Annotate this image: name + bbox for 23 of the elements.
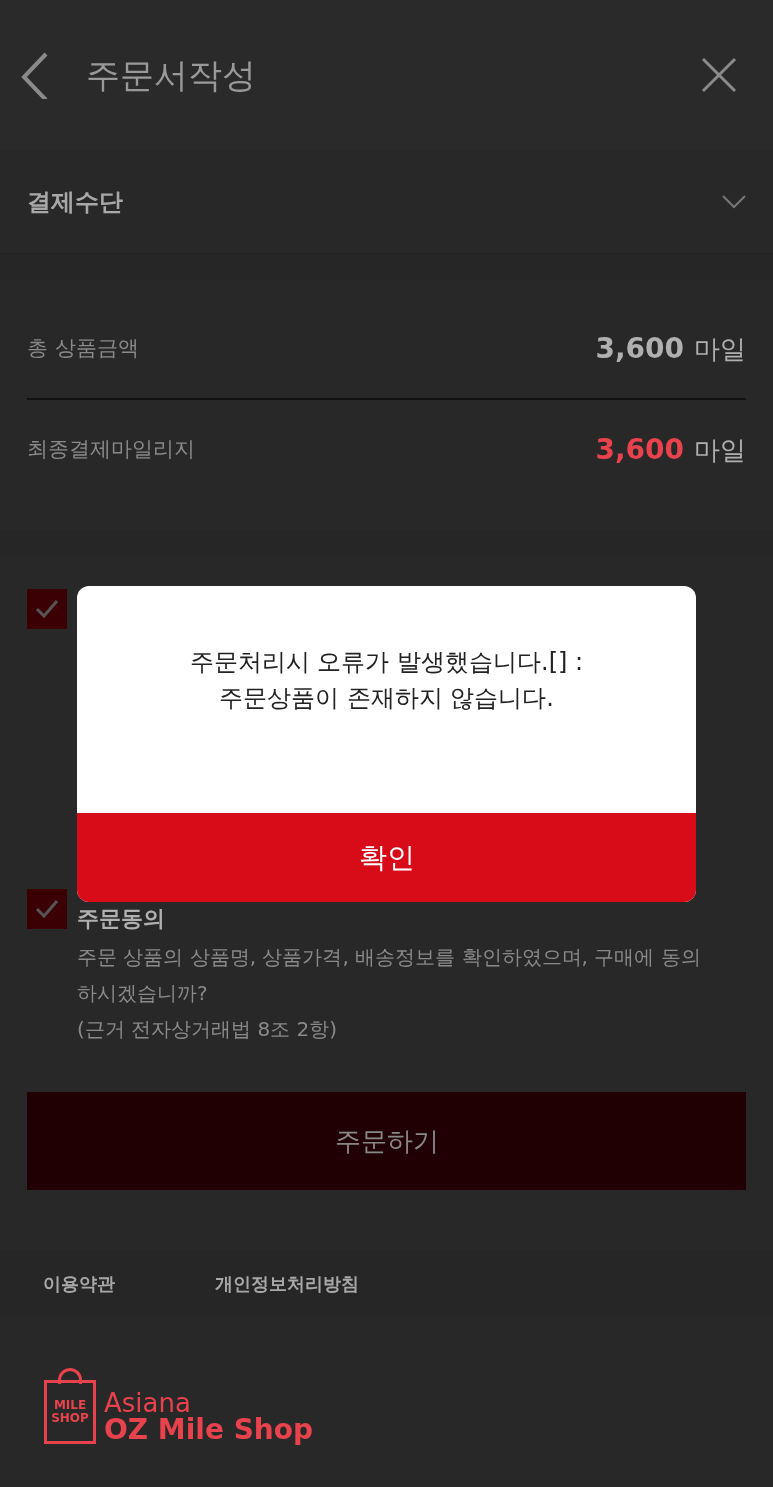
amount-value: 3,600 — [595, 331, 684, 367]
order-button[interactable]: 주문하기 — [27, 1092, 746, 1190]
footer-link[interactable]: 이용약관 — [43, 1269, 115, 1297]
amount-value: 3,600 — [595, 432, 684, 468]
amount-unit: 마일 — [694, 433, 746, 467]
shopping-bag-logo: MILE SHOP — [44, 1368, 96, 1444]
logo-text: OZ Mile Shop — [104, 1416, 314, 1444]
agreement-text: (근거 전자상거래법 8조 2항) — [77, 1016, 339, 1043]
agreement-text: 주문 상품의 상품명, 상품가격, 배송정보를 확인하였으며, 구매에 동의하시겠습니까? — [77, 944, 702, 1007]
agreement-title: 주문동의 — [77, 905, 166, 933]
checkbox[interactable] — [27, 889, 67, 929]
checkbox[interactable] — [27, 589, 67, 629]
error-message: 주문처리시 오류가 발생했습니다.[] : 주문상품이 존재하지 않습니다. — [189, 646, 584, 714]
footer-link[interactable]: 개인정보처리방침 — [215, 1269, 359, 1297]
page-title: 주문서작성 — [86, 53, 257, 97]
logo-text: Asiana — [104, 1390, 191, 1416]
close-icon[interactable] — [701, 57, 737, 93]
summary-label: 총 상품금액 — [27, 335, 140, 363]
confirm-button[interactable]: 확인 — [77, 813, 696, 902]
payment-method-label: 결제수단 — [27, 186, 124, 218]
chevron-icon — [722, 194, 746, 209]
amount-unit: 마일 — [694, 332, 746, 366]
summary-label: 최종결제마일리지 — [27, 436, 196, 464]
